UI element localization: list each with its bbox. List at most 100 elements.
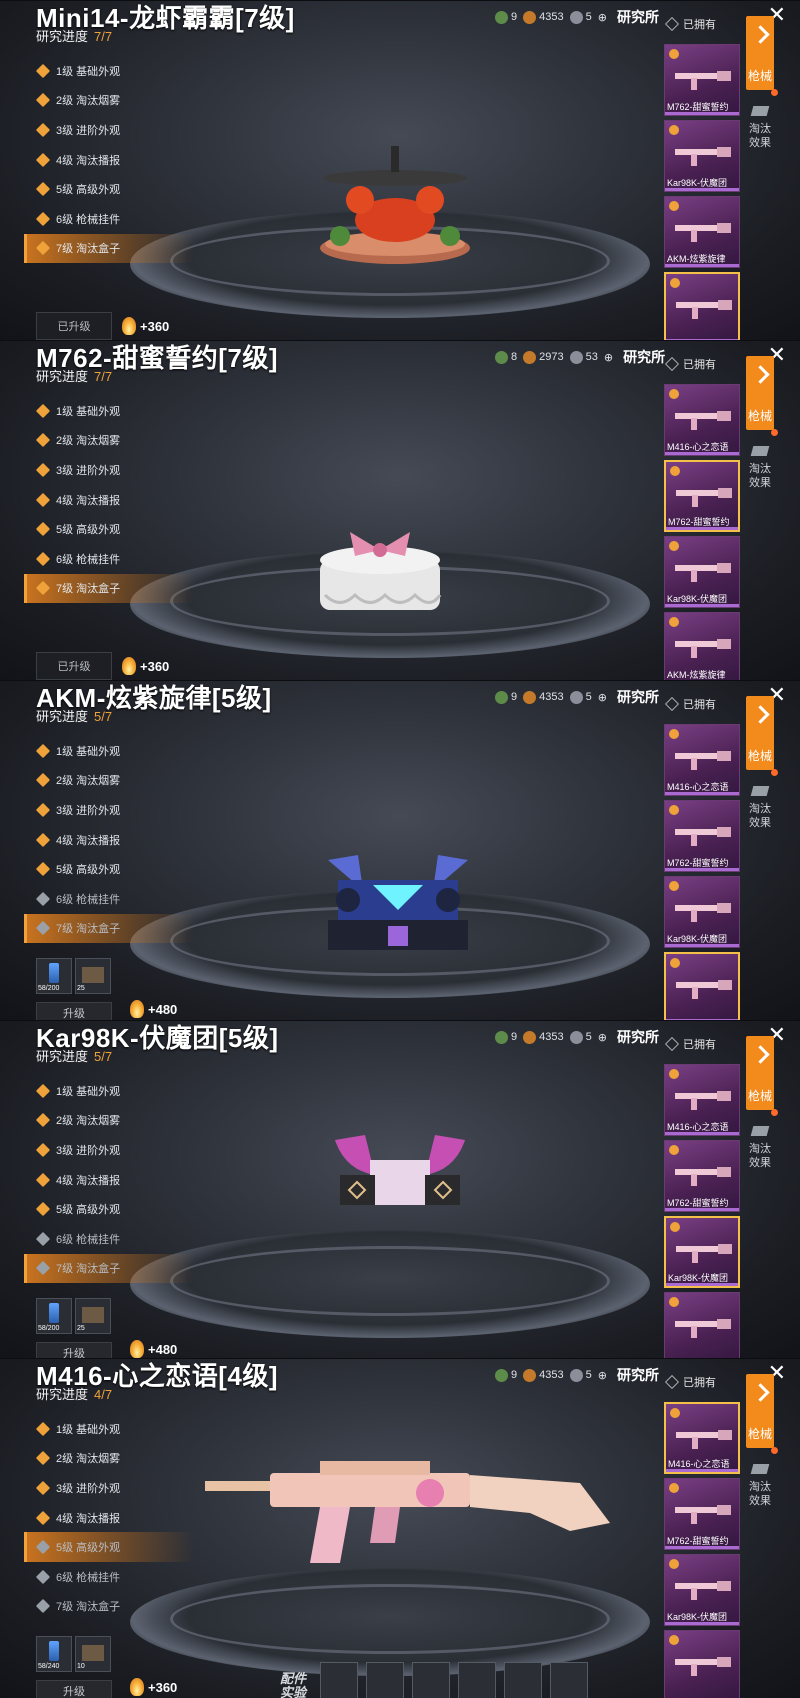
weapon-thumb[interactable]: AKM-炫紫旋律 (664, 612, 740, 680)
level-item[interactable]: 1级 基础外观 (24, 1076, 194, 1106)
tab-gun[interactable]: 枪械 (746, 16, 778, 96)
level-item[interactable]: 2级 淘汰烟雾 (24, 86, 194, 116)
thumb-bar (665, 1208, 739, 1211)
level-item[interactable]: 4级 淘汰播报 (24, 825, 194, 855)
thumb-name: AKM-炫紫旋律 (667, 670, 726, 680)
level-item[interactable]: 4级 淘汰播报 (24, 1503, 194, 1533)
thumb-bar (665, 792, 739, 795)
owned-filter[interactable]: 已拥有 (664, 1374, 716, 1390)
level-item[interactable]: 6级 枪械挂件 (24, 1562, 194, 1592)
level-item[interactable]: 6级 枪械挂件 (24, 544, 194, 574)
level-item[interactable]: 5级 高级外观 (24, 1532, 194, 1562)
weapon-thumb[interactable]: M416-心之恋语 (664, 1064, 740, 1136)
upgrade-button[interactable]: 升级 (36, 1002, 112, 1020)
tab-gun[interactable]: 枪械 (746, 356, 778, 436)
weapon-thumb[interactable] (664, 952, 740, 1020)
lab-button[interactable]: 研究所 (617, 687, 659, 707)
lab-button[interactable]: 研究所 (617, 1365, 659, 1385)
add-icon[interactable]: ⊕ (598, 11, 607, 24)
attachment-slot[interactable] (458, 1662, 496, 1698)
thumb-bar (665, 944, 739, 947)
weapon-thumb[interactable]: Kar98K-伏魔团 (664, 120, 740, 192)
attachment-slot[interactable] (320, 1662, 358, 1698)
gun-icon (673, 1499, 733, 1525)
level-item[interactable]: 2级 淘汰烟雾 (24, 766, 194, 796)
tab-gun[interactable]: 枪械 (746, 1036, 778, 1116)
weapon-thumb[interactable]: AKM-炫紫旋律 (664, 196, 740, 268)
weapon-thumb[interactable] (664, 1630, 740, 1698)
tab-elimination[interactable]: 淘汰 效果 (746, 446, 774, 490)
weapon-thumb[interactable] (664, 1292, 740, 1360)
add-icon[interactable]: ⊕ (598, 691, 607, 704)
owned-filter[interactable]: 已拥有 (664, 696, 716, 712)
level-item[interactable]: 2级 淘汰烟雾 (24, 1444, 194, 1474)
level-item[interactable]: 2级 淘汰烟雾 (24, 1106, 194, 1136)
weapon-thumb[interactable]: Kar98K-伏魔团 (664, 1216, 740, 1288)
level-item[interactable]: 7级 淘汰盒子 (24, 1592, 194, 1622)
level-item[interactable]: 4级 淘汰播报 (24, 145, 194, 175)
level-item[interactable]: 7级 淘汰盒子 (24, 233, 194, 264)
tab-elimination[interactable]: 淘汰 效果 (746, 106, 774, 150)
lab-button[interactable]: 研究所 (617, 1027, 659, 1047)
level-item[interactable]: 3级 进阶外观 (24, 115, 194, 145)
level-item[interactable]: 4级 淘汰播报 (24, 485, 194, 515)
weapon-thumb[interactable]: Kar98K-伏魔团 (664, 536, 740, 608)
add-icon[interactable]: ⊕ (598, 1031, 607, 1044)
tab-gun[interactable]: 枪械 (746, 696, 778, 776)
level-item[interactable]: 1级 基础外观 (24, 1414, 194, 1444)
weapon-thumb[interactable]: M416-心之恋语 (664, 1402, 740, 1474)
tab-gun-label: 枪械 (747, 1089, 772, 1103)
weapon-thumb[interactable]: M762-甜蜜誓约 (664, 460, 740, 532)
weapon-thumb[interactable]: Kar98K-伏魔团 (664, 1554, 740, 1626)
tab-elimination[interactable]: 淘汰 效果 (746, 1126, 774, 1170)
gold-coin-value: 2973 (539, 351, 564, 363)
level-item[interactable]: 6级 枪械挂件 (24, 1224, 194, 1254)
add-icon[interactable]: ⊕ (598, 1369, 607, 1382)
attachment-slot[interactable] (412, 1662, 450, 1698)
attachment-slot[interactable] (504, 1662, 542, 1698)
weapon-thumb[interactable]: M762-甜蜜誓约 (664, 1140, 740, 1212)
level-item[interactable]: 4级 淘汰播报 (24, 1165, 194, 1195)
level-item[interactable]: 7级 淘汰盒子 (24, 913, 194, 944)
level-item[interactable]: 3级 进阶外观 (24, 1473, 194, 1503)
tab-elimination[interactable]: 淘汰 效果 (746, 1464, 774, 1508)
owned-filter[interactable]: 已拥有 (664, 1036, 716, 1052)
upgrade-button[interactable]: 升级 (36, 1680, 112, 1698)
coin-icon (669, 1635, 679, 1645)
add-icon[interactable]: ⊕ (604, 351, 613, 364)
weapon-thumb[interactable] (664, 272, 740, 340)
level-item[interactable]: 6级 枪械挂件 (24, 204, 194, 234)
level-item[interactable]: 5级 高级外观 (24, 514, 194, 544)
level-item[interactable]: 1级 基础外观 (24, 56, 194, 86)
weapon-thumb[interactable]: M762-甜蜜誓约 (664, 800, 740, 872)
attachment-slot[interactable] (550, 1662, 588, 1698)
level-label: 3级 进阶外观 (56, 124, 121, 137)
tab-gun[interactable]: 枪械 (746, 1374, 778, 1454)
level-item[interactable]: 7级 淘汰盒子 (24, 1253, 194, 1284)
level-item[interactable]: 3级 进阶外观 (24, 455, 194, 485)
level-item[interactable]: 5级 高级外观 (24, 1194, 194, 1224)
level-item[interactable]: 3级 进阶外观 (24, 1135, 194, 1165)
attachment-slot[interactable] (366, 1662, 404, 1698)
lab-button[interactable]: 研究所 (617, 7, 659, 27)
weapon-thumb[interactable]: M762-甜蜜誓约 (664, 1478, 740, 1550)
level-item[interactable]: 1级 基础外观 (24, 736, 194, 766)
thumb-bar (665, 264, 739, 267)
owned-filter[interactable]: 已拥有 (664, 16, 716, 32)
weapon-thumb[interactable]: M416-心之恋语 (664, 384, 740, 456)
weapon-thumb[interactable]: M416-心之恋语 (664, 724, 740, 796)
tab-elimination[interactable]: 淘汰 效果 (746, 786, 774, 830)
level-item[interactable]: 6级 枪械挂件 (24, 884, 194, 914)
lab-button[interactable]: 研究所 (623, 347, 665, 367)
silver-chip: 5 (569, 10, 592, 24)
level-item[interactable]: 5级 高级外观 (24, 854, 194, 884)
level-item[interactable]: 3级 进阶外观 (24, 795, 194, 825)
weapon-thumb[interactable]: M762-甜蜜誓约 (664, 44, 740, 116)
level-item[interactable]: 5级 高级外观 (24, 174, 194, 204)
level-label: 2级 淘汰烟雾 (56, 1115, 121, 1128)
level-item[interactable]: 1级 基础外观 (24, 396, 194, 426)
level-item[interactable]: 7级 淘汰盒子 (24, 573, 194, 604)
level-item[interactable]: 2级 淘汰烟雾 (24, 426, 194, 456)
owned-filter[interactable]: 已拥有 (664, 356, 716, 372)
weapon-thumb[interactable]: Kar98K-伏魔团 (664, 876, 740, 948)
